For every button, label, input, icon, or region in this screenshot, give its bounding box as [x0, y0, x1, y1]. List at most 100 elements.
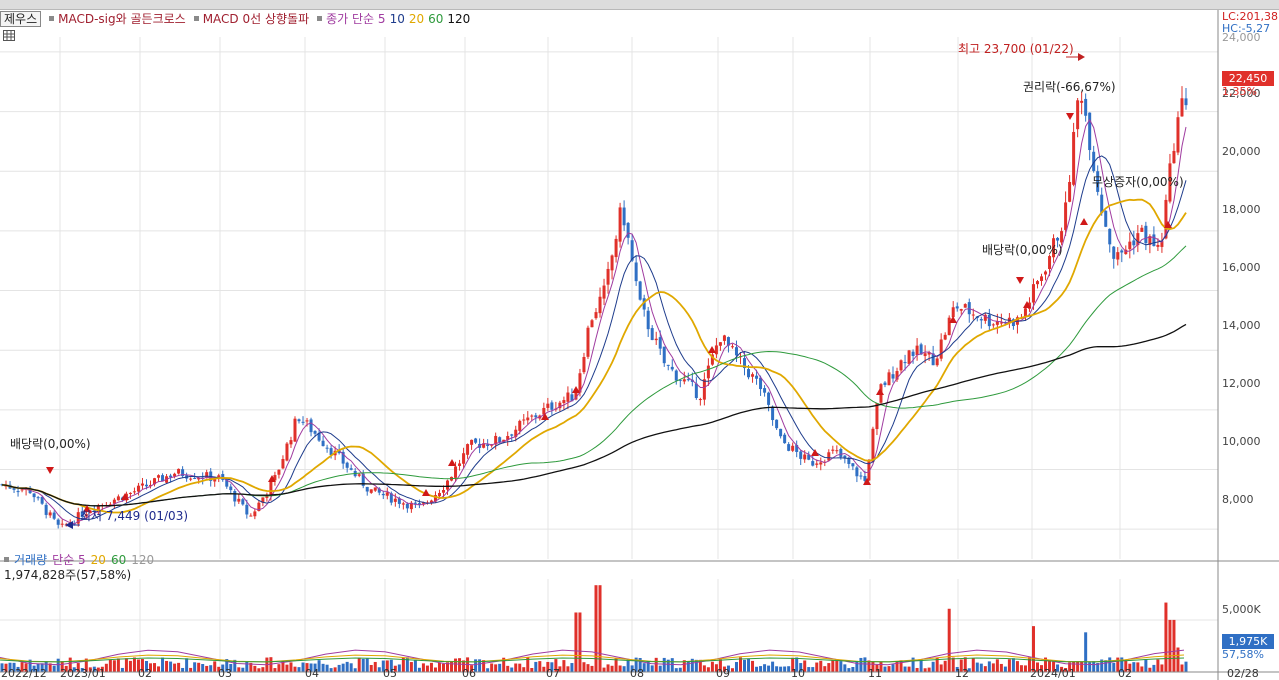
volume-bar	[767, 665, 771, 672]
volume-bar	[971, 658, 975, 672]
candle-body	[441, 490, 445, 493]
price-tick: 14,000	[1222, 319, 1261, 332]
volume-bar	[999, 663, 1003, 672]
volume-bar	[514, 663, 518, 672]
volume-bar	[779, 666, 783, 672]
volume-bar	[165, 660, 169, 672]
candle-body	[935, 358, 939, 366]
volume-bar	[177, 662, 181, 672]
volume-bar	[1172, 619, 1176, 672]
candle-body	[686, 379, 690, 381]
volume-bar	[1140, 666, 1144, 672]
volume-bar	[181, 667, 185, 672]
candle-body	[229, 486, 233, 491]
candle-body	[951, 307, 955, 318]
candle-body	[1044, 271, 1048, 275]
volume-bar	[883, 666, 887, 672]
candle-body	[606, 268, 610, 285]
volume-bar	[947, 608, 951, 672]
volume-bar	[743, 659, 747, 672]
volume-bar	[153, 663, 157, 672]
volume-bar	[1080, 661, 1084, 672]
annotation-dividend-right: 배당락(0,00%)	[982, 243, 1063, 257]
current-volume-readout: 1,974,828주(57,58%)	[4, 568, 132, 582]
current-volume-tag: 1,975K	[1222, 634, 1274, 649]
volume-bar	[297, 667, 301, 672]
candle-body	[991, 324, 995, 326]
volume-bar	[417, 667, 421, 672]
candle-body	[157, 475, 161, 478]
volume-bar	[706, 667, 710, 672]
volume-bar	[209, 665, 213, 672]
stock-chart[interactable]	[0, 10, 1279, 680]
candle-body	[779, 428, 783, 437]
candle-body	[458, 463, 462, 466]
volume-bar	[1108, 657, 1112, 672]
grid-view-icon[interactable]	[3, 30, 15, 41]
volume-bar	[1003, 666, 1007, 672]
candle-body	[654, 338, 658, 341]
volume-bar	[193, 662, 197, 672]
volume-bar	[610, 665, 614, 672]
legend-ma-10[interactable]: 10	[390, 12, 405, 26]
volume-bar	[863, 657, 867, 672]
candle-body	[1080, 100, 1084, 103]
volume-bar	[566, 666, 570, 672]
x-axis-label: 04	[305, 667, 319, 680]
volume-bar	[357, 657, 361, 672]
x-axis-label: 11	[868, 667, 882, 680]
volume-bar	[618, 665, 622, 672]
candle-body	[947, 317, 951, 336]
candle-body	[783, 434, 787, 444]
volume-bar	[590, 665, 594, 672]
volume-bar	[1076, 661, 1080, 672]
legend-item-macd-zero-cross[interactable]: MACD 0선 상향돌파	[203, 10, 309, 27]
legend-ma-60[interactable]: 60	[428, 12, 443, 26]
x-axis-label: 07	[546, 667, 560, 680]
candle-body	[293, 418, 297, 442]
legend-ma-120[interactable]: 120	[447, 12, 470, 26]
volume-bar	[771, 661, 775, 672]
volume-bar	[927, 667, 931, 672]
candle-body	[345, 462, 349, 468]
candle-body	[357, 474, 361, 476]
legend-ma-prefix[interactable]: 종가 단순 5	[326, 10, 385, 27]
candle-body	[48, 512, 52, 516]
candle-body	[855, 467, 859, 477]
candle-body	[52, 512, 56, 519]
stock-name-tab[interactable]: 제우스	[0, 10, 42, 27]
candle-body	[939, 339, 943, 359]
candle-body	[883, 382, 887, 385]
volume-ma5-line	[0, 649, 1185, 666]
current-volume-pct: 57,58%	[1222, 648, 1264, 661]
candle-body	[831, 449, 835, 451]
volume-legend-ma-120[interactable]: 120	[131, 553, 154, 567]
candle-body	[582, 356, 586, 373]
volume-bar	[157, 666, 161, 672]
candle-body	[610, 255, 614, 271]
volume-bar	[919, 659, 923, 672]
x-axis-label: 03	[218, 667, 232, 680]
volume-bar	[1136, 662, 1140, 672]
candle-body	[177, 468, 181, 474]
volume-bar	[341, 663, 345, 672]
x-axis-label: 2024/01	[1030, 667, 1076, 680]
volume-legend-ma-60[interactable]: 60	[111, 553, 126, 567]
legend-ma-20[interactable]: 20	[409, 12, 424, 26]
candle-body	[269, 481, 273, 496]
candle-body	[474, 438, 478, 443]
candle-body	[1035, 281, 1039, 285]
volume-bar	[333, 667, 337, 672]
candle-body	[734, 347, 738, 356]
volume-bar	[253, 665, 257, 672]
volume-bar	[1148, 667, 1152, 672]
candle-body	[466, 444, 470, 455]
volume-bar	[289, 662, 293, 672]
volume-bar	[570, 663, 574, 672]
volume-bar	[1180, 664, 1184, 672]
legend-item-macd-golden-cross[interactable]: MACD-sig와 골든크로스	[58, 10, 186, 27]
volume-bar	[847, 668, 851, 672]
candle-body	[1180, 98, 1184, 117]
volume-bar	[108, 659, 112, 672]
volume-legend-ma-20[interactable]: 20	[91, 553, 106, 567]
